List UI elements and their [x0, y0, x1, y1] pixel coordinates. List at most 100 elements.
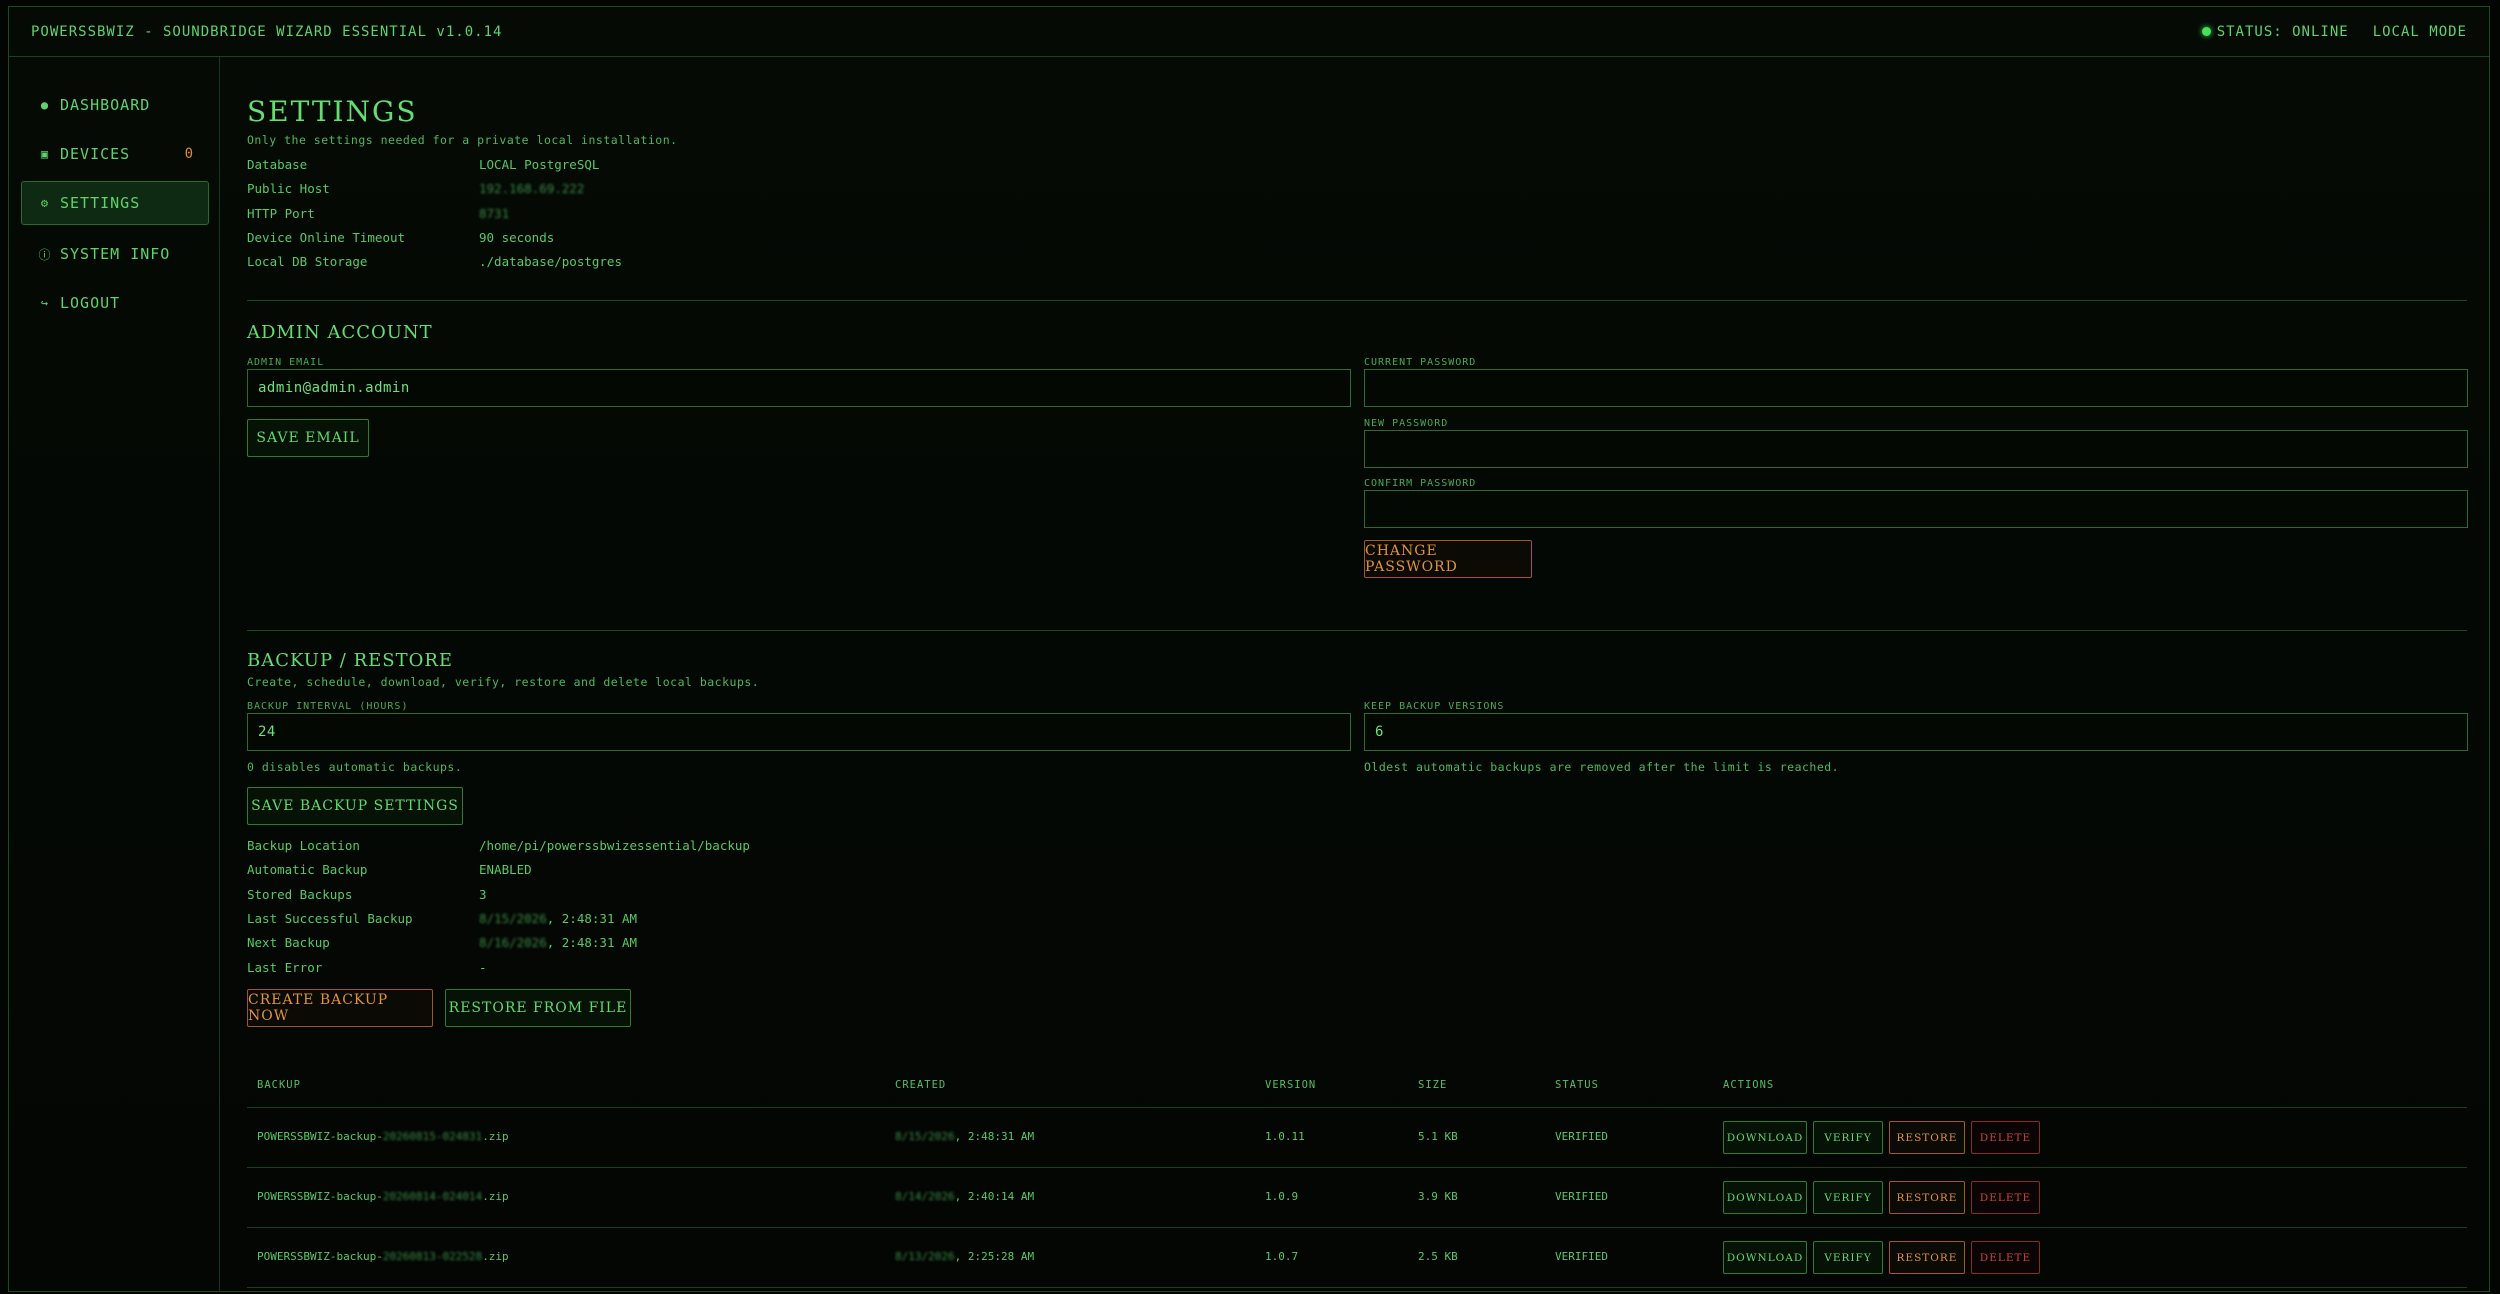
info-key: Stored Backups: [247, 887, 353, 902]
filename-prefix: POWERSSBWIZ-backup-: [257, 1130, 383, 1143]
column-header: BACKUP: [257, 1079, 301, 1091]
filename-prefix: POWERSSBWIZ-backup-: [257, 1250, 383, 1263]
column-header: STATUS: [1555, 1079, 1599, 1091]
info-key: Backup Location: [247, 838, 360, 853]
backup-interval-input[interactable]: 24: [247, 713, 1351, 751]
admin-section-title: ADMIN ACCOUNT: [247, 322, 433, 343]
info-row: Next Backup 8/16/2026, 2:48:31 AM: [247, 935, 947, 955]
device-icon: ▣: [40, 147, 50, 161]
sidebar-item-system-info[interactable]: ⓘ SYSTEM INFO: [21, 232, 209, 276]
save-backup-settings-button[interactable]: SAVE BACKUP SETTINGS: [247, 787, 463, 825]
download-button[interactable]: DOWNLOAD: [1723, 1241, 1807, 1274]
download-button[interactable]: DOWNLOAD: [1723, 1121, 1807, 1154]
column-header: VERSION: [1265, 1079, 1317, 1091]
verify-button[interactable]: VERIFY: [1813, 1241, 1883, 1274]
section-divider: [247, 300, 2467, 301]
info-key: Last Error: [247, 960, 323, 975]
restore-button[interactable]: RESTORE: [1889, 1241, 1965, 1274]
blurred-date: 8/15/2026: [479, 911, 547, 926]
info-key: HTTP Port: [247, 206, 315, 221]
keep-versions-value: 6: [1375, 724, 1384, 740]
sidebar-item-label: DASHBOARD: [60, 96, 151, 114]
sidebar-item-dashboard[interactable]: ● DASHBOARD: [21, 83, 209, 127]
verify-button[interactable]: VERIFY: [1813, 1121, 1883, 1154]
info-row: Device Online Timeout 90 seconds: [247, 230, 847, 250]
app-title: POWERSSBWIZ - SOUNDBRIDGE WIZARD ESSENTI…: [31, 23, 503, 40]
backup-size: 3.9 KB: [1418, 1190, 1458, 1203]
info-key: Public Host: [247, 181, 330, 196]
page-subtitle: Only the settings needed for a private l…: [247, 133, 678, 147]
restore-button[interactable]: RESTORE: [1889, 1121, 1965, 1154]
blurred-date: 8/14/2026: [895, 1190, 955, 1203]
save-email-button[interactable]: SAVE EMAIL: [247, 419, 369, 457]
filename-blurred: 20260813-022528: [382, 1250, 483, 1263]
status-text: STATUS: ONLINE: [2216, 23, 2349, 40]
time-text: , 2:40:14 AM: [954, 1190, 1035, 1203]
table-divider: [247, 1287, 2467, 1288]
backup-version: 1.0.7: [1265, 1250, 1299, 1263]
info-value: 3: [479, 887, 487, 902]
filename-prefix: POWERSSBWIZ-backup-: [257, 1190, 383, 1203]
delete-button[interactable]: DELETE: [1971, 1121, 2040, 1154]
new-password-input[interactable]: [1364, 430, 2468, 468]
blurred-date: 8/16/2026: [479, 935, 547, 950]
backup-filename: POWERSSBWIZ-backup-20260813-022528.zip: [257, 1250, 509, 1263]
admin-email-input[interactable]: admin@admin.admin: [247, 369, 1351, 407]
backup-interval-label: BACKUP INTERVAL (HOURS): [247, 701, 409, 712]
blurred-date: 8/13/2026: [895, 1250, 955, 1263]
info-row: Backup Location /home/pi/powerssbwizesse…: [247, 838, 947, 858]
info-value: ENABLED: [479, 862, 532, 877]
logout-icon: ↪: [40, 296, 50, 310]
download-button[interactable]: DOWNLOAD: [1723, 1181, 1807, 1214]
sidebar-item-logout[interactable]: ↪ LOGOUT: [21, 281, 209, 325]
column-header: CREATED: [895, 1079, 947, 1091]
backup-subtitle: Create, schedule, download, verify, rest…: [247, 675, 760, 689]
create-backup-now-button[interactable]: CREATE BACKUP NOW: [247, 989, 433, 1027]
info-value: -: [479, 960, 487, 975]
backups-table: BACKUP CREATED VERSION SIZE STATUS ACTIO…: [247, 1067, 2467, 1291]
confirm-password-input[interactable]: [1364, 490, 2468, 528]
info-row: HTTP Port 8731: [247, 206, 847, 226]
backup-created: 8/15/2026, 2:48:31 AM: [895, 1130, 1034, 1143]
settings-info-list: Database LOCAL PostgreSQL Public Host 19…: [247, 157, 847, 277]
info-value: 8731: [479, 206, 510, 221]
restore-from-file-button[interactable]: RESTORE FROM FILE: [445, 989, 631, 1027]
column-header: SIZE: [1418, 1079, 1448, 1091]
delete-button[interactable]: DELETE: [1971, 1181, 2040, 1214]
backup-status: VERIFIED: [1555, 1190, 1608, 1203]
current-password-input[interactable]: [1364, 369, 2468, 407]
restore-button[interactable]: RESTORE: [1889, 1181, 1965, 1214]
sidebar-item-label: SYSTEM INFO: [60, 245, 171, 263]
table-row: POWERSSBWIZ-backup-20260813-022528.zip 8…: [247, 1228, 2467, 1287]
info-value: 8/15/2026, 2:48:31 AM: [479, 911, 637, 926]
info-icon: ⓘ: [38, 247, 52, 262]
backup-version: 1.0.11: [1265, 1130, 1305, 1143]
backup-created: 8/14/2026, 2:40:14 AM: [895, 1190, 1034, 1203]
gear-icon: ⚙: [40, 196, 50, 210]
info-key: Last Successful Backup: [247, 911, 413, 926]
top-bar: POWERSSBWIZ - SOUNDBRIDGE WIZARD ESSENTI…: [9, 7, 2489, 57]
backup-status: VERIFIED: [1555, 1250, 1608, 1263]
backup-size: 5.1 KB: [1418, 1130, 1458, 1143]
status-indicator: STATUS: ONLINE: [2201, 23, 2349, 40]
mode-badge: LOCAL MODE: [2372, 23, 2467, 40]
change-password-button[interactable]: CHANGE PASSWORD: [1364, 540, 1532, 578]
backup-interval-hint: 0 disables automatic backups.: [247, 760, 463, 774]
keep-versions-input[interactable]: 6: [1364, 713, 2468, 751]
admin-email-value: admin@admin.admin: [258, 380, 410, 396]
time-text: , 2:48:31 AM: [954, 1130, 1035, 1143]
sidebar-item-settings[interactable]: ⚙ SETTINGS: [21, 181, 209, 225]
admin-email-label: ADMIN EMAIL: [247, 357, 325, 368]
main-content: SETTINGS Only the settings needed for a …: [247, 57, 2468, 1291]
filename-suffix: .zip: [482, 1250, 509, 1263]
blurred-date: 8/15/2026: [895, 1130, 955, 1143]
backup-filename: POWERSSBWIZ-backup-20260815-024831.zip: [257, 1130, 509, 1143]
time-text: , 2:48:31 AM: [546, 935, 638, 950]
delete-button[interactable]: DELETE: [1971, 1241, 2040, 1274]
backup-filename: POWERSSBWIZ-backup-20260814-024014.zip: [257, 1190, 509, 1203]
info-row: Database LOCAL PostgreSQL: [247, 157, 847, 177]
sidebar-item-devices[interactable]: ▣ DEVICES 0: [21, 132, 209, 176]
dot-icon: ●: [40, 98, 50, 112]
backup-version: 1.0.9: [1265, 1190, 1299, 1203]
verify-button[interactable]: VERIFY: [1813, 1181, 1883, 1214]
